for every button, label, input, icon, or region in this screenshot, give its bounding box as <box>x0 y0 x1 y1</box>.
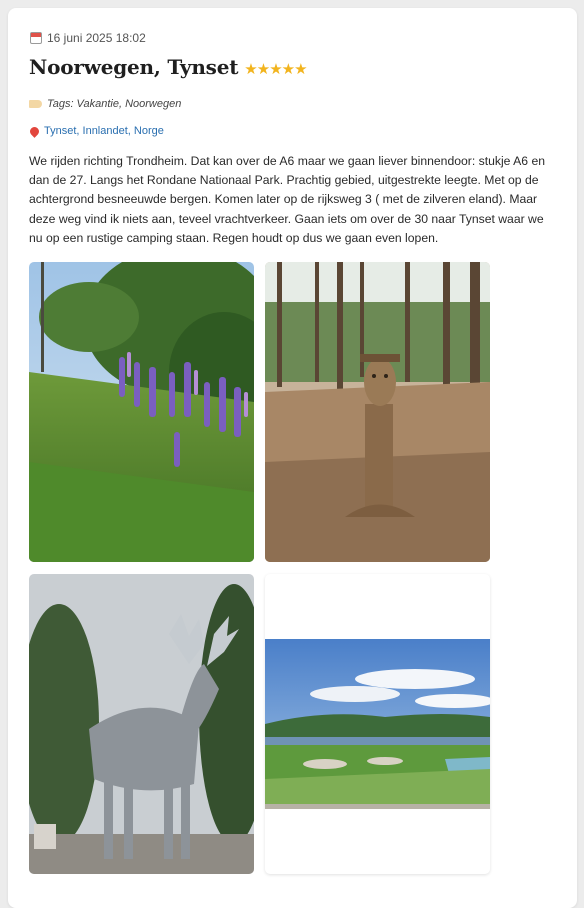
post-location[interactable]: Tynset, Innlandet, Norge <box>28 124 164 138</box>
post-body: We rijden richting Trondheim. Dat kan ov… <box>29 154 546 245</box>
calendar-icon <box>30 32 42 44</box>
post-title: Noorwegen, Tynset <box>29 55 239 79</box>
post-location-link[interactable]: Tynset, Innlandet, Norge <box>44 125 164 137</box>
photo-lupine-meadow[interactable] <box>29 262 254 562</box>
post-tags-text: Tags: Vakantie, Noorwegen <box>47 98 182 110</box>
photo-wooden-carving[interactable] <box>265 262 490 562</box>
post-date: 16 juni 2025 18:02 <box>30 31 146 45</box>
photo-lupine-meadow-image <box>29 262 254 562</box>
post-date-text: 16 juni 2025 18:02 <box>47 31 146 45</box>
title-row: Noorwegen, Tynset ★★★★★ <box>29 55 308 79</box>
photo-lake-view-image <box>265 639 490 809</box>
post-tags: Tags: Vakantie, Noorwegen <box>29 98 181 110</box>
photo-lake-view[interactable] <box>265 574 490 874</box>
post-card: 16 juni 2025 18:02 Noorwegen, Tynset ★★★… <box>8 8 577 908</box>
photo-silver-moose[interactable] <box>29 574 254 874</box>
map-pin-icon <box>28 124 41 138</box>
photo-silver-moose-image <box>29 574 254 874</box>
photo-wooden-carving-image <box>265 262 490 562</box>
tag-icon <box>29 100 42 108</box>
rating-stars: ★★★★★ <box>244 61 307 78</box>
